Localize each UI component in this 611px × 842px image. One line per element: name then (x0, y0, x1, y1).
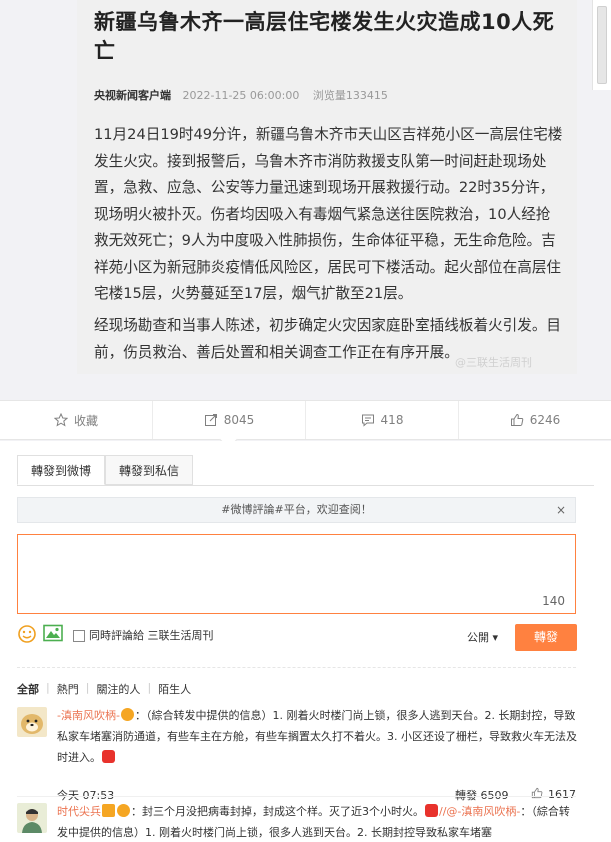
visibility-label: 公開 (467, 631, 489, 644)
badge-icon (120, 708, 134, 721)
divider (17, 667, 576, 668)
avatar[interactable] (17, 707, 47, 737)
repost-button[interactable]: 8045 (153, 401, 306, 439)
comment-filters: 全部 | 熱門 | 關注的人 | 陌生人 (17, 681, 198, 697)
watermark: @三联生活周刊 (455, 356, 532, 369)
comment-author[interactable]: -滇南风吹柄- (57, 709, 120, 722)
thumbs-up-icon (531, 787, 543, 799)
comment-content: ：（綜合转发中提供的信息）1. 刚着火时楼门尚上锁，很多人逃到天台。2. 长期封… (57, 709, 577, 764)
repost-count: 8045 (223, 413, 255, 427)
favorite-button[interactable]: 收藏 (0, 401, 153, 439)
lantern-icon (102, 750, 115, 763)
like-button[interactable]: 6246 (459, 401, 611, 439)
char-count: 140 (542, 594, 565, 608)
visibility-select[interactable]: 公開 ▾ (467, 629, 498, 645)
action-bar: 收藏 8045 418 6246 (0, 400, 611, 440)
repost-tabs: 轉發到微博 轉發到私信 (17, 455, 194, 485)
article-views: 浏览量133415 (312, 89, 388, 102)
avatar[interactable] (17, 803, 47, 833)
article-paragraph-1: 11月24日19时49分许，新疆乌鲁木齐市天山区吉祥苑小区一高层住宅楼发生火灾。… (94, 126, 563, 302)
comment-text: -滇南风吹柄- ：（綜合转发中提供的信息）1. 刚着火时楼门尚上锁，很多人逃到天台… (57, 705, 577, 768)
filter-all[interactable]: 全部 (17, 681, 39, 697)
scrollbar[interactable] (592, 0, 611, 90)
comment-author[interactable]: 时代尖兵 (57, 805, 101, 818)
comment-text: 时代尖兵 ：封三个月没把病毒封掉，封成这个样。灭了近3个小时火。 //@-滇南风吹柄… (57, 801, 577, 842)
submit-repost-button[interactable]: 轉發 (515, 624, 577, 651)
tab-repost-weibo[interactable]: 轉發到微博 (17, 455, 106, 485)
like-count: 6246 (529, 413, 561, 427)
comment-button[interactable]: 418 (306, 401, 459, 439)
article-meta: 央视新闻客户端 2022-11-25 06:00:00 浏览量133415 (94, 87, 388, 103)
tab-divider (17, 485, 594, 486)
comment-like-button[interactable]: 1617 (531, 787, 576, 801)
filter-divider: | (147, 681, 152, 694)
repost-textarea[interactable]: 140 (17, 534, 576, 614)
chevron-down-icon: ▾ (492, 631, 499, 644)
comment-count: 418 (380, 413, 404, 427)
favorite-label: 收藏 (73, 413, 98, 428)
comment-divider (17, 796, 576, 797)
notice-bar: #微博評論#平台，欢迎查阅！ × (17, 497, 576, 523)
comment-like-count: 1617 (548, 788, 576, 801)
compose-toolbar: 同時評論給 三联生活周刊 公開 ▾ 轉發 (17, 624, 577, 651)
image-icon[interactable] (43, 624, 63, 642)
star-icon (53, 413, 68, 427)
comment-icon (361, 414, 374, 427)
article-title: 新疆乌鲁木齐一高层住宅楼发生火灾造成10人死亡 (94, 10, 555, 63)
verified-icon (102, 804, 115, 817)
mention-link[interactable]: //@-滇南风吹柄- (439, 805, 520, 818)
scrollbar-thumb[interactable] (597, 6, 607, 84)
filter-divider: | (46, 681, 50, 694)
notice-text[interactable]: #微博評論#平台，欢迎查阅！ (221, 503, 371, 516)
badge-icon (117, 804, 130, 817)
repost-panel: 轉發到微博 轉發到私信 #微博評論#平台，欢迎查阅！ × 140 同時評論給 三… (0, 441, 611, 842)
emoji-icon[interactable] (17, 624, 37, 644)
article-region: 新疆乌鲁木齐一高层住宅楼发生火灾造成10人死亡 央视新闻客户端 2022-11-… (0, 0, 611, 385)
share-icon (204, 414, 217, 426)
also-comment-label[interactable]: 同時評論給 三联生活周刊 (89, 627, 214, 643)
article-date: 2022-11-25 06:00:00 (182, 89, 300, 102)
comment-content: ：封三个月没把病毒封掉，封成这个样。灭了近3个小时火。 (131, 805, 424, 818)
filter-following[interactable]: 關注的人 (96, 681, 140, 697)
close-icon[interactable]: × (556, 498, 566, 522)
lantern-icon (425, 804, 438, 817)
filter-divider: | (85, 681, 90, 694)
also-comment-checkbox[interactable] (73, 630, 85, 642)
filter-hot[interactable]: 熱門 (57, 681, 79, 697)
article-source[interactable]: 央视新闻客户端 (94, 89, 171, 102)
filter-strangers[interactable]: 陌生人 (158, 681, 191, 697)
thumbs-up-icon (510, 413, 523, 426)
tab-repost-private[interactable]: 轉發到私信 (105, 455, 194, 485)
